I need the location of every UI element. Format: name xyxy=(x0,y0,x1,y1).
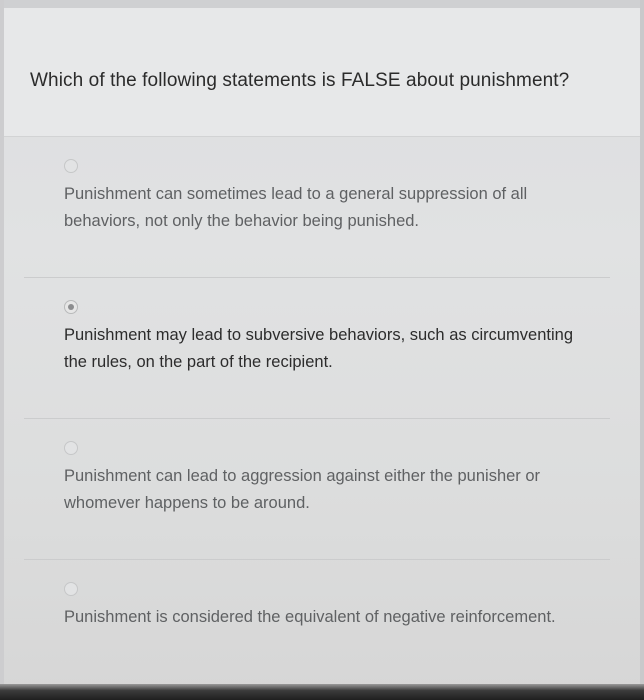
answer-option-2[interactable]: Punishment may lead to subversive behavi… xyxy=(24,278,610,419)
top-edge xyxy=(0,0,644,8)
answer-option-1[interactable]: Punishment can sometimes lead to a gener… xyxy=(24,137,610,278)
quiz-page: Which of the following statements is FAL… xyxy=(0,0,644,700)
answer-option-3-text[interactable]: Punishment can lead to aggression agains… xyxy=(64,463,574,517)
answer-options-list: Punishment can sometimes lead to a gener… xyxy=(24,137,610,700)
answer-option-4-text[interactable]: Punishment is considered the equivalent … xyxy=(64,604,574,631)
question-text: Which of the following statements is FAL… xyxy=(30,70,570,91)
right-edge xyxy=(640,0,644,700)
screen-bottom-bezel xyxy=(0,684,644,700)
answer-option-1-text[interactable]: Punishment can sometimes lead to a gener… xyxy=(64,181,574,235)
question-header: Which of the following statements is FAL… xyxy=(4,8,640,137)
answer-option-4[interactable]: Punishment is considered the equivalent … xyxy=(24,560,610,700)
radio-button-option-3[interactable] xyxy=(64,441,78,455)
radio-button-option-2-selected[interactable] xyxy=(64,300,78,314)
radio-button-option-1[interactable] xyxy=(64,159,78,173)
radio-button-option-4[interactable] xyxy=(64,582,78,596)
answer-option-2-text[interactable]: Punishment may lead to subversive behavi… xyxy=(64,322,574,376)
answer-option-3[interactable]: Punishment can lead to aggression agains… xyxy=(24,419,610,560)
